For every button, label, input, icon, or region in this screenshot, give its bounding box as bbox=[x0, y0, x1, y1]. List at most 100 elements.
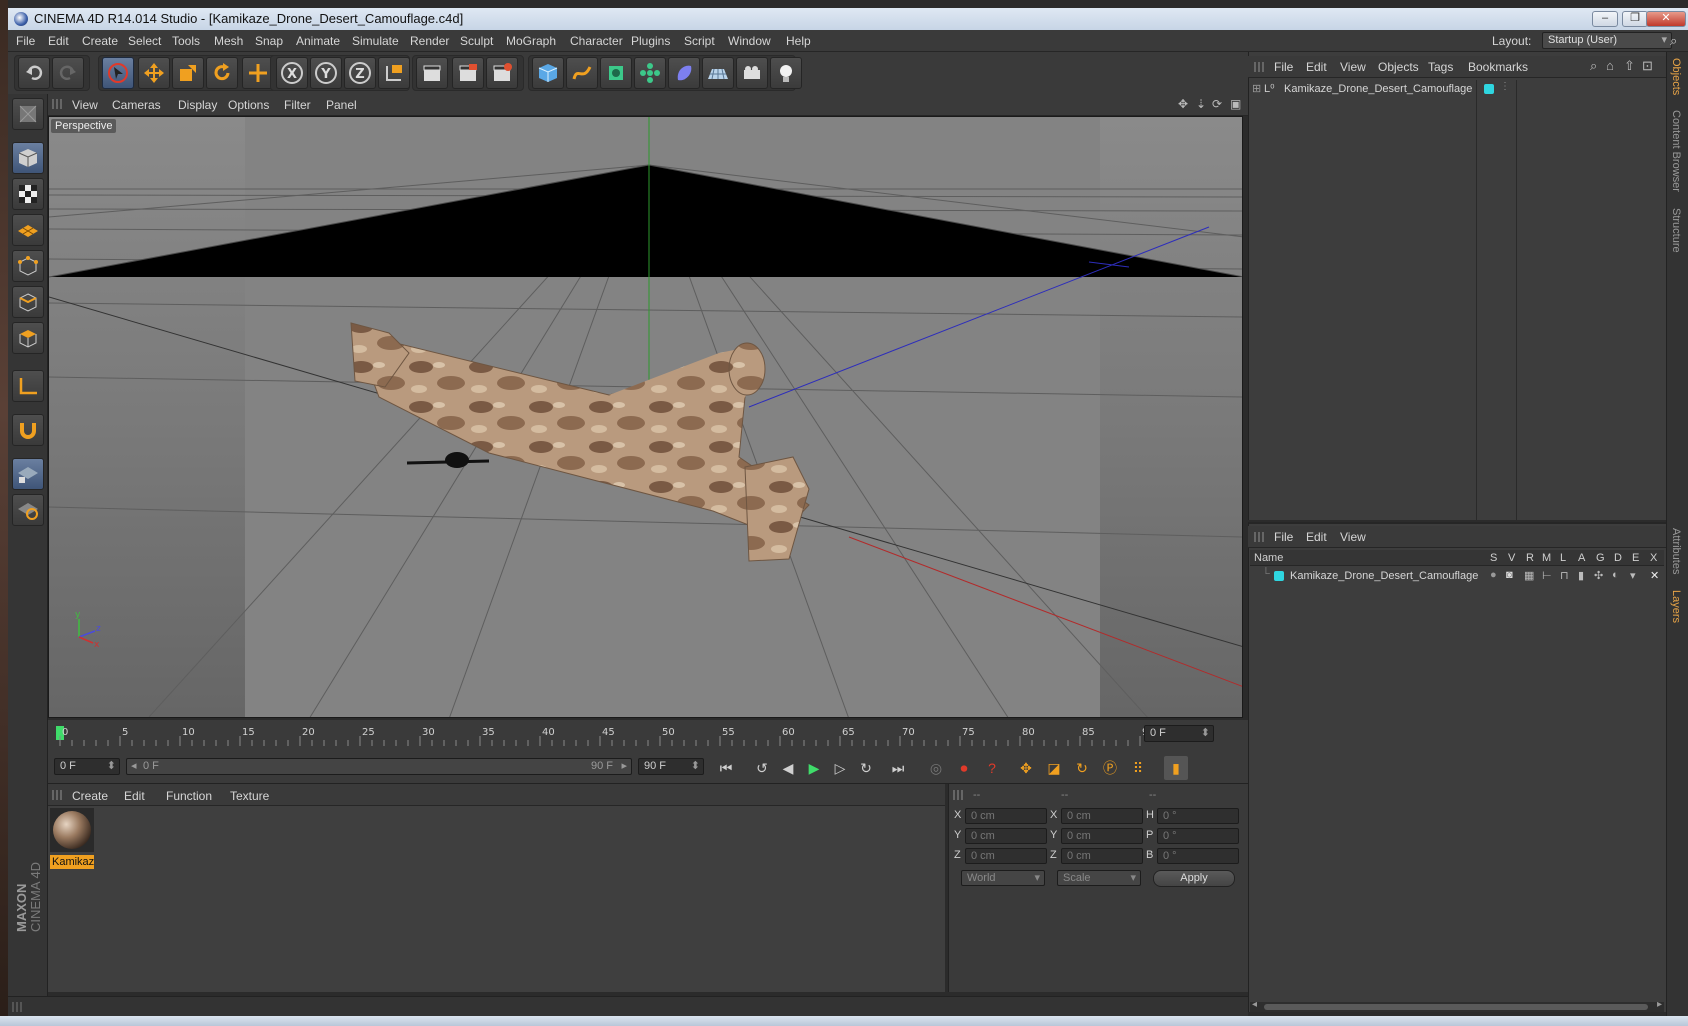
snap-button[interactable] bbox=[12, 414, 44, 446]
tab-layers[interactable]: Layers bbox=[1670, 590, 1682, 623]
key-point-level-button[interactable]: ⠿ bbox=[1126, 756, 1150, 780]
z-axis-button[interactable]: Z bbox=[344, 57, 376, 89]
scroll-right-icon[interactable]: ▸ bbox=[1657, 999, 1662, 1010]
menu-snap[interactable]: Snap bbox=[255, 34, 283, 48]
menu-character[interactable]: Character bbox=[570, 34, 623, 48]
array-button[interactable] bbox=[634, 57, 666, 89]
polygons-mode-button[interactable] bbox=[12, 322, 44, 354]
layers-menu-view[interactable]: View bbox=[1340, 530, 1366, 544]
menu-select[interactable]: Select bbox=[128, 34, 161, 48]
layer-color-swatch[interactable] bbox=[1274, 571, 1284, 581]
layer-col-render[interactable]: R bbox=[1526, 552, 1534, 564]
layer-col-xref[interactable]: X bbox=[1650, 552, 1657, 564]
workplane-lock-button[interactable] bbox=[12, 458, 44, 490]
objects-menu-bookmarks[interactable]: Bookmarks bbox=[1468, 60, 1528, 74]
layers-menu-file[interactable]: File bbox=[1274, 530, 1293, 544]
texture-mode-button[interactable] bbox=[12, 178, 44, 210]
rotate-button[interactable] bbox=[206, 57, 238, 89]
move-button[interactable] bbox=[138, 57, 170, 89]
render-settings-button[interactable] bbox=[486, 57, 518, 89]
viewport-menu-display[interactable]: Display bbox=[178, 98, 217, 112]
home-icon[interactable]: ⌂ bbox=[1606, 58, 1614, 73]
rot-h-field[interactable]: 0 ° bbox=[1157, 808, 1239, 824]
objects-menu-edit[interactable]: Edit bbox=[1306, 60, 1327, 74]
timeline-window-button[interactable]: ▮ bbox=[1164, 756, 1188, 780]
new-window-icon[interactable]: ⊡ bbox=[1642, 58, 1653, 74]
workplane-mode-button[interactable] bbox=[12, 214, 44, 246]
material-swatch[interactable]: Kamikaz bbox=[50, 808, 94, 869]
layer-col-expressions[interactable]: E bbox=[1632, 552, 1639, 564]
frame-range-slider[interactable]: ◂ 0 F 90 F ▸ bbox=[126, 758, 632, 775]
viewport-scene[interactable]: y z x bbox=[49, 117, 1243, 718]
panel-grip-icon[interactable] bbox=[1254, 532, 1264, 542]
material-menu-create[interactable]: Create bbox=[72, 789, 108, 803]
layer-horizontal-scrollbar[interactable]: ◂ ▸ bbox=[1250, 999, 1664, 1012]
layer-row[interactable]: └ Kamikaze_Drone_Desert_Camouflage ● ◙ ▦… bbox=[1250, 568, 1664, 584]
rot-p-field[interactable]: 0 ° bbox=[1157, 828, 1239, 844]
layer-col-deformers[interactable]: D bbox=[1614, 552, 1622, 564]
menu-animate[interactable]: Animate bbox=[296, 34, 340, 48]
layers-menu-edit[interactable]: Edit bbox=[1306, 530, 1327, 544]
edges-mode-button[interactable] bbox=[12, 286, 44, 318]
menu-mograph[interactable]: MoGraph bbox=[506, 34, 556, 48]
tab-content-browser[interactable]: Content Browser bbox=[1670, 110, 1682, 192]
menu-tools[interactable]: Tools bbox=[172, 34, 200, 48]
size-z-field[interactable]: 0 cm bbox=[1061, 848, 1143, 864]
pos-x-field[interactable]: 0 cm bbox=[965, 808, 1047, 824]
layer-col-manager[interactable]: M bbox=[1542, 552, 1551, 564]
layer-col-view[interactable]: V bbox=[1508, 552, 1515, 564]
deformer-icon[interactable]: ◐ bbox=[1612, 569, 1619, 581]
layer-col-name[interactable]: Name bbox=[1254, 552, 1283, 564]
minimize-button[interactable]: – bbox=[1592, 11, 1618, 27]
panel-grip-icon[interactable] bbox=[1254, 62, 1264, 72]
render-clapboard-icon[interactable]: ▦ bbox=[1524, 569, 1534, 582]
floor-button[interactable] bbox=[702, 57, 734, 89]
autokey-button[interactable]: ◎ bbox=[924, 756, 948, 780]
locked-workplane-button[interactable] bbox=[12, 494, 44, 526]
key-scale-button[interactable]: ◪ bbox=[1042, 756, 1066, 780]
object-name[interactable]: Kamikaze_Drone_Desert_Camouflage bbox=[1284, 83, 1472, 95]
objects-menu-objects[interactable]: Objects bbox=[1378, 60, 1419, 74]
material-menu-edit[interactable]: Edit bbox=[124, 789, 145, 803]
objects-menu-file[interactable]: File bbox=[1274, 60, 1293, 74]
play-button[interactable]: ▶ bbox=[802, 756, 826, 780]
coordinate-system-button[interactable] bbox=[378, 57, 410, 89]
record-button[interactable]: ⏺ bbox=[952, 756, 976, 780]
rot-b-field[interactable]: 0 ° bbox=[1157, 848, 1239, 864]
size-x-field[interactable]: 0 cm bbox=[1061, 808, 1143, 824]
layer-col-solo[interactable]: S bbox=[1490, 552, 1497, 564]
timeline-ruler[interactable]: 051015202530354045505560657075808590 0 F… bbox=[48, 720, 1248, 750]
viewport-maximize-icon[interactable]: ▣ bbox=[1230, 97, 1241, 111]
points-mode-button[interactable] bbox=[12, 250, 44, 282]
menu-plugins[interactable]: Plugins bbox=[631, 34, 670, 48]
viewport-zoom-icon[interactable]: ⇣ bbox=[1196, 97, 1206, 111]
go-to-start-button[interactable]: ⏮ bbox=[714, 756, 738, 780]
camera-button[interactable] bbox=[736, 57, 768, 89]
panel-grip-icon[interactable] bbox=[52, 790, 62, 800]
menu-file[interactable]: File bbox=[16, 34, 35, 48]
menu-create[interactable]: Create bbox=[82, 34, 118, 48]
menu-help[interactable]: Help bbox=[786, 34, 811, 48]
close-button[interactable]: ✕ bbox=[1646, 11, 1686, 27]
cube-object-button[interactable] bbox=[532, 57, 564, 89]
layout-select[interactable]: Startup (User) ▾ bbox=[1542, 32, 1672, 49]
light-button[interactable] bbox=[770, 57, 802, 89]
go-to-end-button[interactable]: ⏭ bbox=[886, 756, 910, 780]
menu-edit[interactable]: Edit bbox=[48, 34, 69, 48]
y-axis-button[interactable]: Y bbox=[310, 57, 342, 89]
pos-y-field[interactable]: 0 cm bbox=[965, 828, 1047, 844]
nurbs-button[interactable] bbox=[600, 57, 632, 89]
key-parameter-button[interactable]: Ⓟ bbox=[1098, 756, 1122, 780]
scrollbar-thumb[interactable] bbox=[1264, 1004, 1648, 1010]
object-row[interactable]: ⊞ L⁰ Kamikaze_Drone_Desert_Camouflage ⋮ bbox=[1250, 80, 1664, 98]
spline-button[interactable] bbox=[566, 57, 598, 89]
next-key-button[interactable]: ↻ bbox=[854, 756, 878, 780]
size-mode-select[interactable]: Scale ▾ bbox=[1057, 870, 1141, 886]
layer-name[interactable]: Kamikaze_Drone_Desert_Camouflage bbox=[1290, 570, 1478, 582]
x-axis-button[interactable]: X bbox=[276, 57, 308, 89]
pos-z-field[interactable]: 0 cm bbox=[965, 848, 1047, 864]
undo-button[interactable] bbox=[18, 57, 50, 89]
viewport-menu-view[interactable]: View bbox=[72, 98, 98, 112]
objects-menu-tags[interactable]: Tags bbox=[1428, 60, 1453, 74]
render-view-button[interactable] bbox=[416, 57, 448, 89]
